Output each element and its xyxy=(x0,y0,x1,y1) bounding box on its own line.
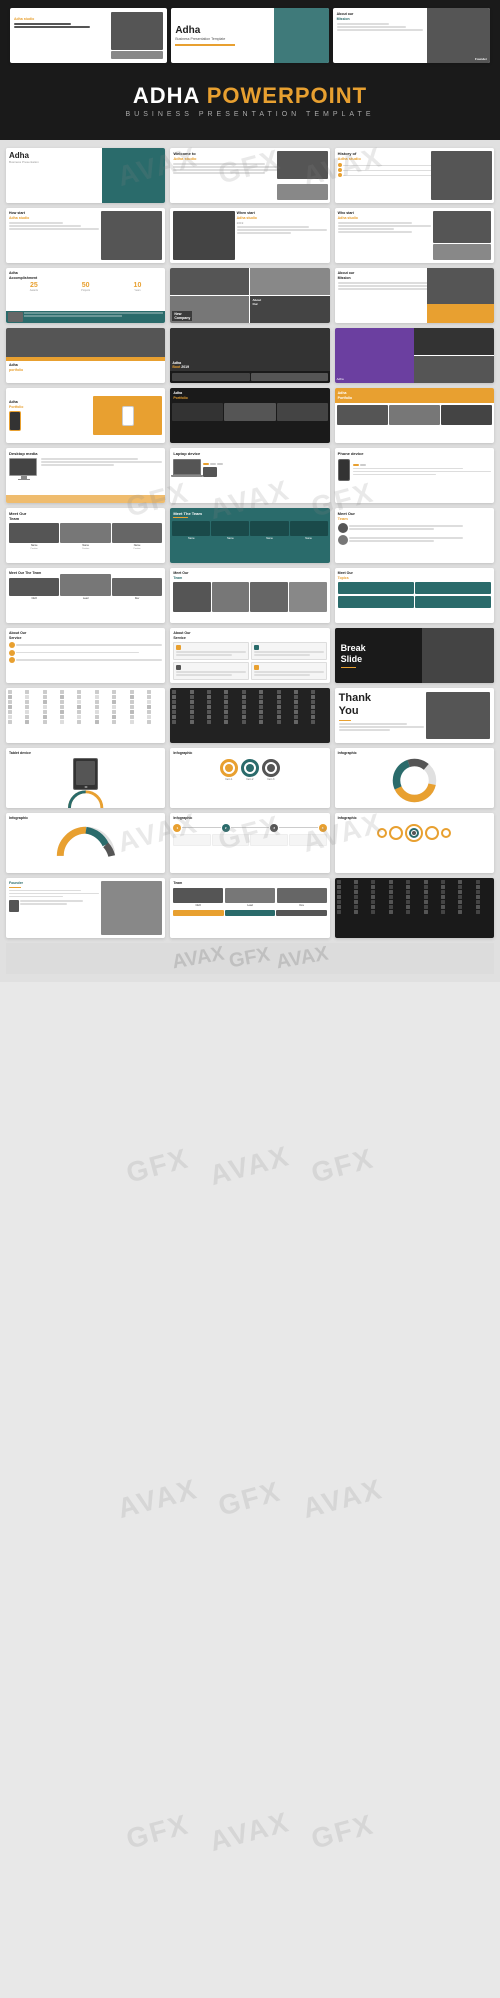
slide-team-3: Meet OurTeam xyxy=(335,508,494,563)
slide-team-teal: Meet The Team Name Name xyxy=(170,508,329,563)
slide-portfolio-purple: Adha xyxy=(335,328,494,383)
slide-row-9: About OurService xyxy=(6,628,494,683)
slide-about-our: AboutOur NewCompany xyxy=(170,268,329,323)
thank-you-title: ThankYou xyxy=(339,692,425,718)
slide-thankyou: ThankYou xyxy=(335,688,494,743)
slide-team-table: Team CEO Lead Dev xyxy=(170,878,329,938)
slide-laptop: Laptop device xyxy=(170,448,329,503)
slide-team-1: Meet OurTeam Name Position Name Position xyxy=(6,508,165,563)
slide-icon-grid-dark xyxy=(170,688,329,743)
slide-founder: Founder xyxy=(6,878,165,938)
slide-adha-main: Adha Business Presentation xyxy=(6,148,165,203)
header-section: When startAdha studio xyxy=(0,0,500,140)
slide-infographic-ring: Infographic xyxy=(335,748,494,808)
slide-phone-device: Phone device xyxy=(335,448,494,503)
slide-portfolio-phone: AdhaPortfolio xyxy=(6,388,165,443)
page-wrapper: When startAdha studio xyxy=(0,0,500,982)
slide-team-topics: Meet OurTopics xyxy=(335,568,494,623)
slide-infographic-flow: Infographic 1 2 3 xyxy=(170,813,329,873)
preview-slide-mission: About ourMission Founder xyxy=(333,8,490,63)
slide-team-5: Meet OurTeam xyxy=(170,568,329,623)
slide-service-2: About OurService xyxy=(170,628,329,683)
slide-portfolio-orange: AdhaPortfolio xyxy=(335,388,494,443)
slide-infographic-dots: Infographic xyxy=(335,813,494,873)
slide-row-3: AdhaAccomplishment 25 Awards 50 Projects… xyxy=(6,268,494,323)
top-preview-grid: When startAdha studio xyxy=(10,8,490,63)
slide-row-11: Tablet device xyxy=(6,748,494,808)
slide-history: History ofAdha studio xyxy=(335,148,494,203)
slide-row-12: Infographic Infographic xyxy=(6,813,494,873)
slide-icon-grid-light xyxy=(6,688,165,743)
slide-welcome: Welcome toAdha studio xyxy=(170,148,329,203)
slide-row-13: Founder xyxy=(6,878,494,938)
slide-when-start: When startAdha studio 2019 xyxy=(170,208,329,263)
slide-row-10: ThankYou xyxy=(6,688,494,743)
slide-how-start: How startAdha studio xyxy=(6,208,165,263)
slide-row-1: Adha Business Presentation Welcome toAdh… xyxy=(6,148,494,203)
slide-portfolio-1: Adhaportfolio xyxy=(6,328,165,383)
main-title-banner: ADHA POWERPOINT BUSINESS PRESENTATION TE… xyxy=(10,69,490,128)
slide-desktop: Desktop media xyxy=(6,448,165,503)
slide-infographic-circles: Infographic Item 1 Item 2 xyxy=(170,748,329,808)
slide-row-6: Desktop media xyxy=(6,448,494,503)
slides-section: Adha Business Presentation Welcome toAdh… xyxy=(0,140,500,982)
slide-infographic-half: Infographic xyxy=(6,813,165,873)
slide-about-mission: About ourMission xyxy=(335,268,494,323)
slide-row-8: Meet Our The Team CEO Lead Dev xyxy=(6,568,494,623)
slide-row-2: How startAdha studio xyxy=(6,208,494,263)
preview-slide-1: When startAdha studio xyxy=(10,8,167,63)
slide-service-1: About OurService xyxy=(6,628,165,683)
slide-who-start: Who startAdha studio xyxy=(335,208,494,263)
slide-team-4: Meet Our The Team CEO Lead Dev xyxy=(6,568,165,623)
preview-slide-adha-title: Adha Business Presentation Template xyxy=(171,8,328,63)
slide-row-5: AdhaPortfolio AdhaPortfolio xyxy=(6,388,494,443)
slide-break: BreakSlide xyxy=(335,628,494,683)
product-title: ADHA POWERPOINT xyxy=(20,83,480,109)
slide-row-7: Meet OurTeam Name Position Name Position xyxy=(6,508,494,563)
slide-accomplishment: AdhaAccomplishment 25 Awards 50 Projects… xyxy=(6,268,165,323)
slide-tablet: Tablet device xyxy=(6,748,165,808)
slide-boot-2019: AdhaBoot 2019 xyxy=(170,328,329,383)
product-subtitle: BUSINESS PRESENTATION TEMPLATE xyxy=(20,111,480,118)
slide-portfolio-dark: AdhaPortfolio xyxy=(170,388,329,443)
slide-row-4: Adhaportfolio AdhaBoot 2019 xyxy=(6,328,494,383)
slide-icon-dark-2 xyxy=(335,878,494,938)
bottom-watermark: AVAX GFX AVAX xyxy=(6,943,494,974)
